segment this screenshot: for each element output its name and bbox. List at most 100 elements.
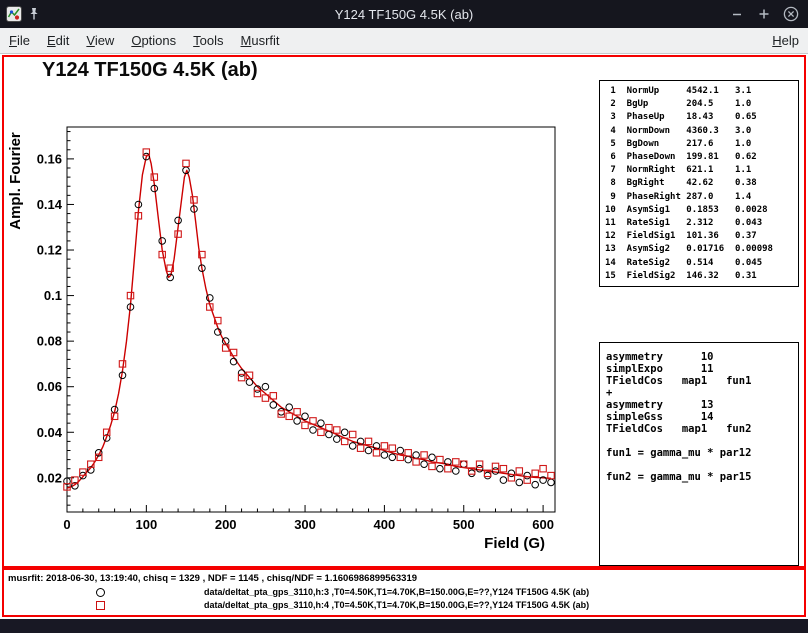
y-tick-label: 0.06 xyxy=(37,379,62,394)
data-point-square xyxy=(532,470,538,476)
y-tick-label: 0.08 xyxy=(37,334,62,349)
data-point-circle xyxy=(460,461,467,468)
menu-item-tools[interactable]: Tools xyxy=(193,33,223,48)
menu-item-options[interactable]: Options xyxy=(131,33,176,48)
x-axis-title: Field (G) xyxy=(484,535,545,552)
data-point-circle xyxy=(262,383,269,390)
param-row: 14 RateSig2 0.514 0.045 xyxy=(605,257,798,270)
info-panel: musrfit: 2018-06-30, 13:19:40, chisq = 1… xyxy=(2,568,806,617)
legend-rows: data/deltat_pta_gps_3110,h:3 ,T0=4.50K,T… xyxy=(4,586,804,612)
data-point-square xyxy=(405,450,411,456)
data-point-square xyxy=(500,466,506,472)
data-point-square xyxy=(286,413,292,419)
menu-item-edit[interactable]: Edit xyxy=(47,33,69,48)
theory-line: asymmetry 13 xyxy=(606,399,798,411)
data-point-circle xyxy=(508,470,515,477)
data-point-circle xyxy=(484,472,491,479)
data-point-square xyxy=(350,431,356,437)
theory-line xyxy=(606,435,798,447)
param-row: 10 AsymSig1 0.1853 0.0028 xyxy=(605,204,798,217)
menu-accel: E xyxy=(47,33,56,48)
data-point-circle xyxy=(159,238,166,245)
data-point-circle xyxy=(476,465,483,472)
data-point-circle xyxy=(532,481,539,488)
legend-row: data/deltat_pta_gps_3110,h:3 ,T0=4.50K,T… xyxy=(4,586,804,599)
data-point-square xyxy=(357,445,363,451)
data-point-square xyxy=(516,468,522,474)
plot-frame xyxy=(67,127,555,512)
x-tick-label: 400 xyxy=(374,517,396,532)
y-tick-label: 0.16 xyxy=(37,151,62,166)
data-point-circle xyxy=(548,479,555,486)
legend-row: data/deltat_pta_gps_3110,h:4 ,T0=4.50K,T… xyxy=(4,599,804,612)
data-point-circle xyxy=(492,468,499,475)
close-button[interactable] xyxy=(782,5,800,23)
data-point-circle xyxy=(453,468,460,475)
param-row: 13 AsymSig2 0.01716 0.00098 xyxy=(605,243,798,256)
data-point-square xyxy=(191,197,197,203)
theory-line: + xyxy=(606,387,798,399)
fit-line xyxy=(67,154,551,488)
fit-info: musrfit: 2018-06-30, 13:19:40, chisq = 1… xyxy=(8,573,417,584)
theory-line xyxy=(606,459,798,471)
x-tick-label: 600 xyxy=(532,517,554,532)
legend-marker-circle-icon xyxy=(96,588,105,597)
data-point-circle xyxy=(437,465,444,472)
data-point-circle xyxy=(500,477,507,484)
data-point-circle xyxy=(468,470,475,477)
menu-item-file[interactable]: File xyxy=(9,33,30,48)
window-title: Y124 TF150G 4.5K (ab) xyxy=(335,7,474,22)
plot-area: 0.020.040.060.080.10.120.140.16010020030… xyxy=(2,55,806,568)
data-point-circle xyxy=(246,379,253,386)
y-axis-title: Ampl. Fourier xyxy=(7,132,24,230)
titlebar[interactable]: Y124 TF150G 4.5K (ab) xyxy=(0,0,808,28)
data-point-square xyxy=(381,443,387,449)
app-icon[interactable] xyxy=(6,6,22,22)
param-row: 6 PhaseDown 199.81 0.62 xyxy=(605,151,798,164)
data-point-circle xyxy=(349,443,356,450)
minimize-button[interactable] xyxy=(728,5,746,23)
data-point-circle xyxy=(310,427,317,434)
plot-title: Y124 TF150G 4.5K (ab) xyxy=(42,59,258,82)
data-point-square xyxy=(445,466,451,472)
data-point-circle xyxy=(405,456,412,463)
data-point-circle xyxy=(389,454,396,461)
menu-item-view[interactable]: View xyxy=(86,33,114,48)
parameters-box[interactable]: 1 NormUp 4542.1 3.1 2 BgUp 204.5 1.0 3 P… xyxy=(599,80,799,287)
menu-item-help[interactable]: Help xyxy=(772,33,799,48)
data-point-square xyxy=(302,422,308,428)
data-point-circle xyxy=(294,418,301,425)
theory-line: TFieldCos map1 fun2 xyxy=(606,423,798,435)
menu-item-musrfit[interactable]: Musrfit xyxy=(241,33,280,48)
data-point-square xyxy=(373,450,379,456)
y-tick-label: 0.12 xyxy=(37,243,62,258)
param-row: 9 PhaseRight 287.0 1.4 xyxy=(605,191,798,204)
data-point-circle xyxy=(238,370,245,377)
param-row: 3 PhaseUp 18.43 0.65 xyxy=(605,111,798,124)
data-point-circle xyxy=(286,404,293,411)
y-tick-label: 0.02 xyxy=(37,470,62,485)
theory-line: fun1 = gamma_mu * par12 xyxy=(606,447,798,459)
data-point-circle xyxy=(302,413,309,420)
window-controls xyxy=(728,0,800,28)
data-point-circle xyxy=(278,409,285,416)
param-row: 11 RateSig1 2.312 0.043 xyxy=(605,217,798,230)
plot-canvas[interactable]: 0.020.040.060.080.10.120.140.16010020030… xyxy=(4,57,596,568)
data-point-circle xyxy=(341,429,348,436)
maximize-button[interactable] xyxy=(755,5,773,23)
menu-accel: H xyxy=(772,33,781,48)
pin-icon[interactable] xyxy=(28,7,40,21)
param-row: 1 NormUp 4542.1 3.1 xyxy=(605,85,798,98)
menu-accel: M xyxy=(241,33,252,48)
data-point-circle xyxy=(326,431,333,438)
theory-line: asymmetry 10 xyxy=(606,351,798,363)
data-point-square xyxy=(151,174,157,180)
theory-box[interactable]: asymmetry 10simplExpo 11 TFieldCos map1 f… xyxy=(599,342,799,566)
param-row: 8 BgRight 42.62 0.38 xyxy=(605,177,798,190)
param-row: 5 BgDown 217.6 1.0 xyxy=(605,138,798,151)
data-point-square xyxy=(437,456,443,462)
theory-line: simplExpo 11 xyxy=(606,363,798,375)
x-tick-label: 300 xyxy=(294,517,316,532)
data-point-square xyxy=(413,459,419,465)
menu-accel: F xyxy=(9,33,17,48)
